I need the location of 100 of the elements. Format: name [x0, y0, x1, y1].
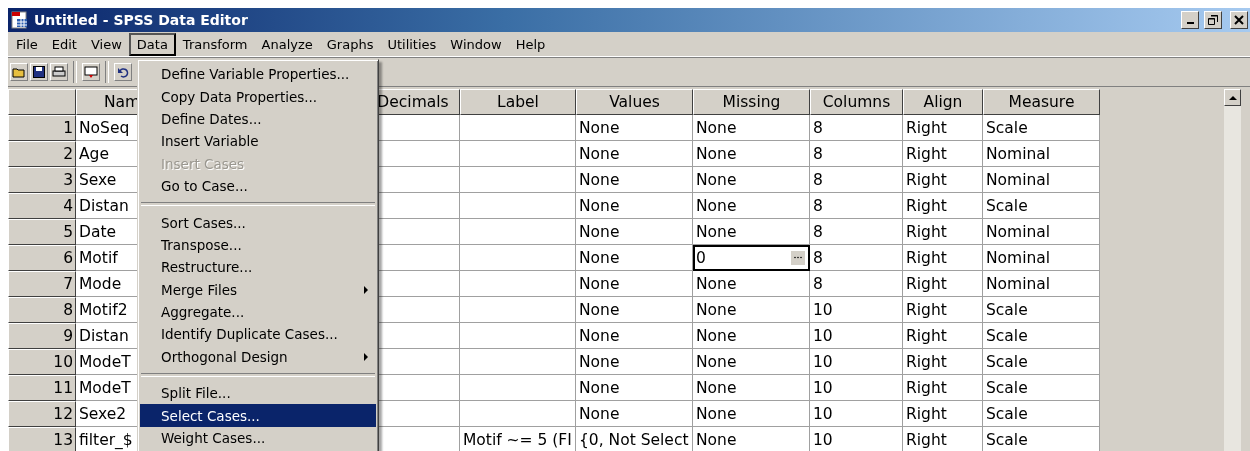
more-icon[interactable]	[790, 249, 806, 266]
table-cell: Scale	[983, 349, 1100, 375]
table-cell: None	[576, 193, 693, 219]
table-cell: None	[576, 141, 693, 167]
column-header[interactable]: Missing	[693, 89, 810, 115]
row-number[interactable]: 8	[8, 297, 76, 323]
menu-item[interactable]: File	[9, 33, 45, 55]
table-cell: Right	[903, 349, 983, 375]
menu-item[interactable]: Analyze	[254, 33, 320, 55]
table-cell: None	[693, 115, 810, 141]
table-cell: None	[693, 271, 810, 297]
table-cell: 8	[810, 115, 903, 141]
table-cell: None	[576, 115, 693, 141]
row-number[interactable]: 9	[8, 323, 76, 349]
column-header[interactable]: Align	[903, 89, 983, 115]
table-cell: None	[576, 219, 693, 245]
table-cell: None	[576, 167, 693, 193]
restore-button[interactable]	[1204, 11, 1222, 29]
table-cell: Scale	[983, 375, 1100, 401]
menu-option[interactable]: Select Cases...	[140, 404, 376, 427]
row-number[interactable]: 11	[8, 375, 76, 401]
row-number[interactable]: 5	[8, 219, 76, 245]
table-cell: 10	[810, 323, 903, 349]
minimize-button[interactable]	[1181, 11, 1199, 29]
table-cell: None	[693, 219, 810, 245]
table-cell: None	[693, 349, 810, 375]
close-button[interactable]	[1230, 11, 1248, 29]
dialog-icon[interactable]	[82, 63, 100, 81]
table-cell: Motif ~= 5 (FI	[460, 427, 576, 451]
table-cell: None	[693, 297, 810, 323]
row-number[interactable]: 2	[8, 141, 76, 167]
table-cell: Right	[903, 323, 983, 349]
row-number[interactable]: 10	[8, 349, 76, 375]
table-cell: 10	[810, 349, 903, 375]
row-number[interactable]: 4	[8, 193, 76, 219]
menu-item[interactable]: View	[83, 33, 129, 55]
table-cell: None	[576, 375, 693, 401]
table-cell: Right	[903, 401, 983, 427]
menu-item[interactable]: Utilities	[380, 33, 444, 55]
table-cell: None	[693, 141, 810, 167]
table-cell: Right	[903, 141, 983, 167]
table-cell: 10	[810, 427, 903, 451]
table-cell: None	[576, 245, 693, 271]
cell-value: 0	[696, 248, 706, 267]
table-cell: 8	[810, 219, 903, 245]
table-cell: 10	[810, 297, 903, 323]
menu-item[interactable]: Window	[443, 33, 509, 55]
table-cell: Right	[903, 193, 983, 219]
table-cell: Right	[903, 427, 983, 451]
column-header[interactable]: Columns	[810, 89, 903, 115]
row-number[interactable]: 12	[8, 401, 76, 427]
open-folder-icon[interactable]	[10, 63, 28, 81]
menu-item[interactable]: Edit	[44, 33, 84, 55]
table-cell: Right	[903, 245, 983, 271]
table-cell: 8	[810, 167, 903, 193]
window-title: Untitled - SPSS Data Editor	[34, 12, 249, 28]
table-cell: Nominal	[983, 141, 1100, 167]
table-cell: 8	[810, 193, 903, 219]
row-number[interactable]: 3	[8, 167, 76, 193]
cell-editor[interactable]: 0	[693, 245, 810, 271]
minimize-icon	[1186, 22, 1194, 24]
table-cell: {0, Not Select	[576, 427, 693, 451]
table-cell: Scale	[983, 323, 1100, 349]
table-cell: None	[576, 297, 693, 323]
menu-item[interactable]: Data	[128, 32, 176, 56]
table-cell: Scale	[983, 427, 1100, 451]
table-cell: None	[576, 349, 693, 375]
table-cell: Right	[903, 271, 983, 297]
spreadsheet-icon	[11, 11, 29, 29]
table-cell: Right	[903, 375, 983, 401]
row-number[interactable]: 7	[8, 271, 76, 297]
undo-icon[interactable]	[114, 63, 132, 81]
table-cell: Nominal	[983, 245, 1100, 271]
vertical-scrollbar[interactable]	[1224, 89, 1241, 451]
column-header[interactable]: Values	[576, 89, 693, 115]
menu-item[interactable]: Graphs	[319, 33, 381, 55]
table-cell: 8	[810, 141, 903, 167]
row-number[interactable]: 6	[8, 245, 76, 271]
row-number[interactable]: 1	[8, 115, 76, 141]
column-header[interactable]: Label	[460, 89, 576, 115]
print-icon[interactable]	[50, 63, 68, 81]
table-cell: Nominal	[983, 219, 1100, 245]
table-cell: None	[693, 427, 810, 451]
table-cell: Right	[903, 167, 983, 193]
row-number[interactable]: 13	[8, 427, 76, 451]
column-header[interactable]: Measure	[983, 89, 1100, 115]
table-cell: Right	[903, 297, 983, 323]
close-icon	[1234, 15, 1244, 25]
table-cell: Nominal	[983, 271, 1100, 297]
table-cell: None	[693, 167, 810, 193]
restore-icon	[1208, 15, 1218, 25]
save-icon[interactable]	[30, 63, 48, 81]
table-cell: Scale	[983, 115, 1100, 141]
menu-item[interactable]: Transform	[175, 33, 255, 55]
menu-item[interactable]: Help	[508, 33, 553, 55]
scroll-up-icon[interactable]	[1224, 89, 1241, 106]
menu-option[interactable]: Define Variable Properties...	[140, 63, 376, 86]
table-cell: 10	[810, 375, 903, 401]
table-cell: None	[576, 323, 693, 349]
table-cell: None	[693, 375, 810, 401]
